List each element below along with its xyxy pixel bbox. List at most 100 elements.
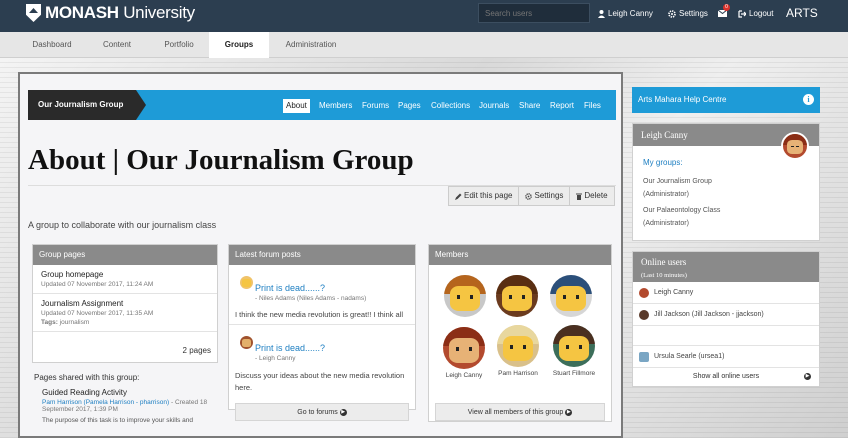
group-tab-about[interactable]: About (283, 99, 310, 113)
page-title: About | Our Journalism Group (28, 144, 414, 176)
top-bar: MONASH University Leigh Canny Settings 0… (0, 0, 848, 32)
forum-post-author: - Niles Adams (Niles Adams - nadams) (255, 295, 367, 302)
page-count: 2 pages (182, 346, 211, 355)
forum-post: Print is dead......? - Leigh Canny Discu… (229, 325, 415, 399)
group-homepage-link[interactable]: Group homepage (41, 270, 209, 279)
avatar (496, 275, 538, 317)
online-users-heading: Online users (Last 10 minutes) (633, 252, 819, 282)
avatar (639, 309, 649, 320)
group-tab-members[interactable]: Members (316, 99, 355, 113)
group-tab-pages[interactable]: Pages (395, 99, 424, 113)
logout-link[interactable]: Logout (738, 9, 773, 18)
institution-logo[interactable]: MONASH University (26, 3, 195, 23)
member-card[interactable] (549, 275, 593, 320)
journalism-assignment-link[interactable]: Journalism Assignment (41, 299, 209, 308)
gear-icon (668, 9, 676, 18)
member-card[interactable] (443, 275, 487, 320)
tab-groups[interactable]: Groups (209, 32, 269, 58)
forum-post-title[interactable]: Print is dead......? (255, 283, 409, 293)
group-pages-heading: Group pages (33, 245, 217, 265)
forum-post-body: Discuss your ideas about the new media r… (235, 371, 405, 392)
tag-link[interactable]: journalism (60, 319, 90, 326)
arrow-right-icon: ▶ (804, 373, 811, 380)
forum-post-body: I think the new media revolution is grea… (235, 310, 404, 319)
group-tab-share[interactable]: Share (516, 99, 543, 113)
go-to-forums-button[interactable]: Go to forums ▶ (235, 403, 409, 421)
avatar (497, 325, 539, 367)
shared-page-excerpt: The purpose of this task is to improve y… (42, 417, 194, 424)
forum-post: Print is dead......? - Niles Adams (Nile… (229, 265, 415, 325)
online-user[interactable]: Ursula Searle (ursea1) (633, 346, 819, 368)
avatar (639, 287, 649, 298)
search-users-input[interactable] (478, 3, 590, 23)
notification-badge: 0 (723, 4, 730, 11)
group-tab-collections[interactable]: Collections (428, 99, 473, 113)
list-item: Group homepage Updated 07 November 2017,… (33, 265, 217, 294)
shared-page-author[interactable]: Pam Harrison (Pamela Harrison - pharriso… (42, 399, 169, 406)
member-name: Pam Harrison (498, 370, 538, 377)
online-user-blank (633, 326, 819, 346)
member-card[interactable]: Pam Harrison (489, 325, 547, 377)
group-tab-journals[interactable]: Journals (476, 99, 512, 113)
group-link[interactable]: Our Journalism Group (643, 175, 809, 188)
group-tab-files[interactable]: Files (581, 99, 604, 113)
avatar (240, 276, 253, 289)
user-icon (598, 9, 605, 18)
info-icon: i (803, 94, 814, 105)
list-item: Journalism Assignment Updated 07 Novembe… (33, 294, 217, 332)
arrow-right-icon: ▶ (565, 408, 573, 416)
group-name[interactable]: Our Journalism Group (28, 90, 146, 120)
forum-post-title[interactable]: Print is dead......? (255, 343, 409, 353)
edit-page-button[interactable]: Edit this page (449, 187, 520, 205)
tab-content[interactable]: Content (88, 32, 146, 58)
trash-icon (576, 193, 583, 200)
arrow-right-icon: ▶ (339, 408, 347, 416)
tab-portfolio[interactable]: Portfolio (150, 32, 208, 58)
avatar (639, 351, 649, 362)
shield-icon (26, 4, 41, 22)
show-all-online-users-button[interactable]: Show all online users ▶ (633, 368, 819, 386)
profile-avatar[interactable] (781, 132, 809, 160)
settings-button[interactable]: Settings (519, 187, 571, 205)
my-groups-link[interactable]: My groups: (643, 158, 809, 167)
institution-label[interactable]: ARTS (786, 6, 818, 20)
gear-icon (525, 192, 533, 200)
group-list-item: Our Palaeontology Class (Administrator) (643, 204, 809, 230)
shared-page-title[interactable]: Guided Reading Activity (42, 388, 218, 397)
group-description: A group to collaborate with our journali… (28, 220, 217, 230)
avatar (550, 275, 592, 317)
user-menu[interactable]: Leigh Canny (598, 9, 653, 18)
group-list-item: Our Journalism Group (Administrator) (643, 175, 809, 201)
view-all-members-button[interactable]: View all members of this group ▶ (435, 403, 605, 421)
settings-link[interactable]: Settings (668, 9, 708, 18)
avatar (444, 275, 486, 317)
member-card[interactable]: Leigh Canny (435, 327, 493, 379)
members-heading: Members (429, 245, 611, 265)
forum-post-author: - Leigh Canny (255, 355, 296, 362)
online-user[interactable]: Leigh Canny (633, 282, 819, 304)
group-tab-report[interactable]: Report (547, 99, 577, 113)
page-actions: Edit this page Settings Delete (448, 186, 615, 206)
members-panel: Members Leigh Canny Pam Harrison Stuart … (428, 244, 612, 422)
user-name: Leigh Canny (608, 9, 653, 18)
logout-label: Logout (749, 9, 774, 18)
group-pages-panel: Group pages Group homepage Updated 07 No… (32, 244, 218, 438)
avatar (240, 336, 253, 349)
settings-label: Settings (679, 9, 708, 18)
tab-dashboard[interactable]: Dashboard (20, 32, 84, 58)
forum-heading: Latest forum posts (229, 245, 415, 265)
avatar (553, 325, 595, 367)
forum-posts-panel: Latest forum posts Print is dead......? … (228, 244, 416, 421)
delete-button[interactable]: Delete (570, 187, 613, 205)
member-card[interactable]: Stuart Fillmore (543, 325, 605, 377)
group-link[interactable]: Our Palaeontology Class (643, 204, 809, 217)
group-tab-forums[interactable]: Forums (359, 99, 392, 113)
shared-page-item: Guided Reading Activity Pam Harrison (Pa… (42, 388, 218, 424)
shared-pages-heading: Pages shared with this group: (34, 373, 140, 382)
online-user[interactable]: Jill Jackson (Jill Jackson - jjackson) (633, 304, 819, 326)
help-centre-link[interactable]: Arts Mahara Help Centre i (632, 87, 820, 113)
member-card[interactable] (495, 275, 539, 320)
online-users-panel: Online users (Last 10 minutes) Leigh Can… (632, 251, 820, 387)
tab-administration[interactable]: Administration (274, 32, 348, 58)
pencil-icon (455, 193, 462, 200)
